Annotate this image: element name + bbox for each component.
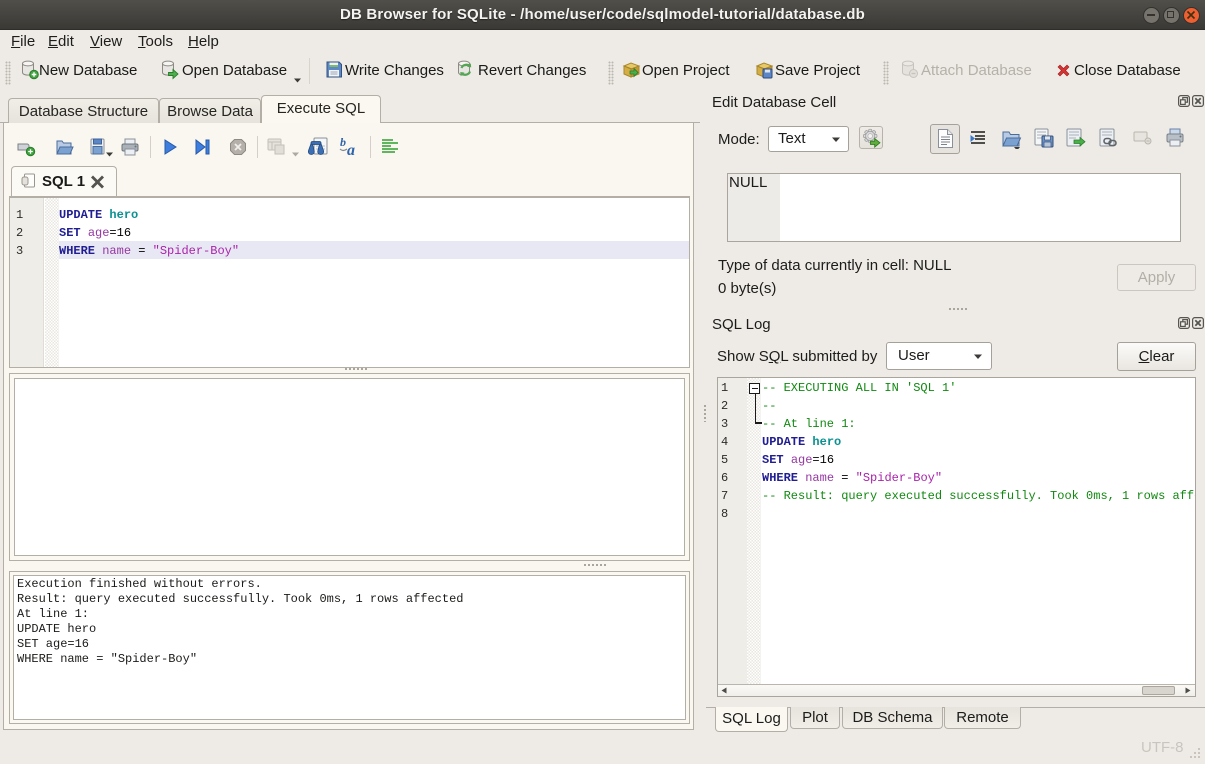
svg-text:a: a bbox=[347, 142, 355, 158]
svg-text:b: b bbox=[340, 136, 346, 149]
